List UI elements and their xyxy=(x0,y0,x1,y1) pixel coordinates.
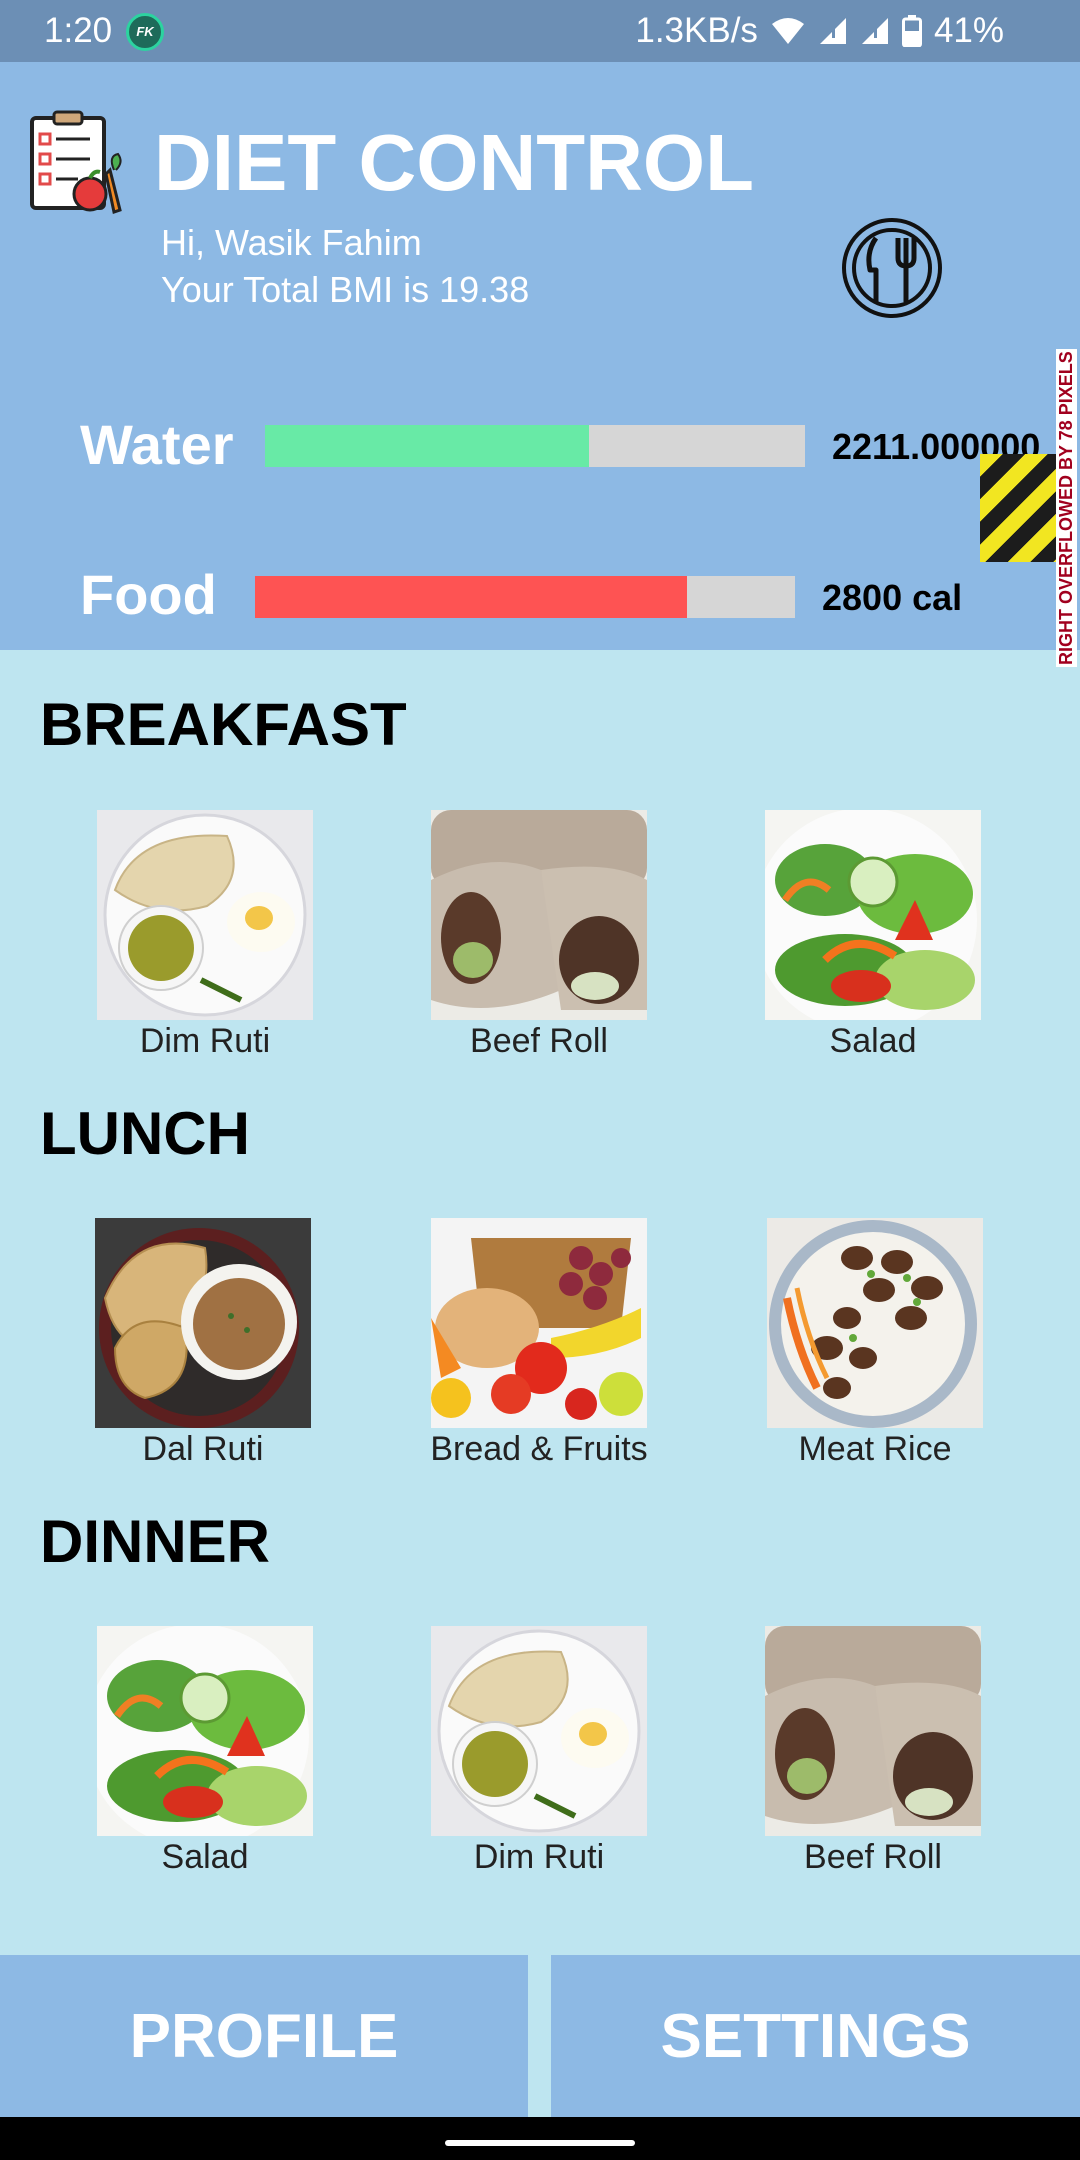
meal-label: Bread & Fruits xyxy=(430,1430,648,1468)
signal-icon xyxy=(818,16,848,46)
meat-rice-image[interactable] xyxy=(767,1218,983,1428)
meal-item-bread-fruits[interactable]: Bread & Fruits xyxy=(389,1218,689,1469)
food-progress-fill xyxy=(255,576,687,618)
meal-label: Beef Roll xyxy=(804,1838,942,1876)
food-progress-bar xyxy=(255,576,795,618)
battery-icon xyxy=(901,15,922,47)
meal-item-dal-ruti[interactable]: Dal Ruti xyxy=(53,1218,353,1469)
overflow-warning-text: RIGHT OVERFLOWED BY 78 PIXELS xyxy=(1056,349,1077,667)
status-bar: 1:20 FK 1.3KB/s 41% xyxy=(0,0,1080,62)
meal-item-dim-ruti[interactable]: Dim Ruti xyxy=(55,810,355,1061)
meal-item-salad[interactable]: Salad xyxy=(723,810,1023,1061)
dal-ruti-image[interactable] xyxy=(95,1218,311,1428)
salad-image[interactable] xyxy=(765,810,981,1020)
dim-ruti-image[interactable] xyxy=(431,1626,647,1836)
meal-item-dim-ruti[interactable]: Dim Ruti xyxy=(389,1626,689,1877)
signal-icon-2 xyxy=(860,16,890,46)
meal-label: Meat Rice xyxy=(798,1430,952,1468)
dim-ruti-image[interactable] xyxy=(97,810,313,1020)
battery-percent: 41% xyxy=(933,11,1004,50)
meal-label: Dal Ruti xyxy=(142,1430,264,1468)
salad-image[interactable] xyxy=(97,1626,313,1836)
diet-checklist-icon xyxy=(28,110,132,216)
meal-label: Salad xyxy=(161,1838,249,1876)
water-progress-bar xyxy=(265,425,805,467)
settings-button[interactable]: SETTINGS xyxy=(551,1955,1080,2117)
status-time: 1:20 xyxy=(44,11,113,50)
beef-roll-image[interactable] xyxy=(431,810,647,1020)
meal-item-meat-rice[interactable]: Meat Rice xyxy=(725,1218,1025,1469)
beef-roll-image[interactable] xyxy=(765,1626,981,1836)
breakfast-title: BREAKFAST xyxy=(40,691,407,758)
meal-label: Salad xyxy=(829,1022,917,1060)
status-indicators: 1.3KB/s 41% xyxy=(635,11,1004,51)
meal-item-salad[interactable]: Salad xyxy=(55,1626,355,1877)
user-greeting: Hi, Wasik Fahim Your Total BMI is 19.38 xyxy=(161,219,529,313)
app-title: DIET CONTROL xyxy=(154,118,754,207)
home-gesture-handle[interactable] xyxy=(445,2140,635,2146)
meal-item-beef-roll[interactable]: Beef Roll xyxy=(389,810,689,1061)
plate-fork-knife-icon[interactable] xyxy=(840,216,944,320)
food-value: 2800 cal xyxy=(822,577,963,618)
food-label: Food xyxy=(80,563,217,626)
wifi-icon xyxy=(770,16,806,46)
meal-label: Dim Ruti xyxy=(139,1022,271,1060)
overflow-warning-stripe xyxy=(980,454,1060,562)
app-notification-icon: FK xyxy=(126,13,164,51)
bmi-text: Your Total BMI is 19.38 xyxy=(161,269,530,310)
network-speed: 1.3KB/s xyxy=(635,11,758,50)
bread-fruits-image[interactable] xyxy=(431,1218,647,1428)
water-label: Water xyxy=(80,413,234,476)
meal-label: Dim Ruti xyxy=(473,1838,605,1876)
lunch-title: LUNCH xyxy=(40,1100,250,1167)
water-progress-fill xyxy=(265,425,589,467)
dinner-title: DINNER xyxy=(40,1508,271,1575)
profile-button[interactable]: PROFILE xyxy=(0,1955,528,2117)
greeting-text: Hi, Wasik Fahim xyxy=(161,222,422,263)
dashboard-header: DIET CONTROL Hi, Wasik Fahim Your Total … xyxy=(0,62,1080,667)
meal-item-beef-roll[interactable]: Beef Roll xyxy=(723,1626,1023,1877)
meal-label: Beef Roll xyxy=(470,1022,608,1060)
system-navigation-bar xyxy=(0,2117,1080,2160)
